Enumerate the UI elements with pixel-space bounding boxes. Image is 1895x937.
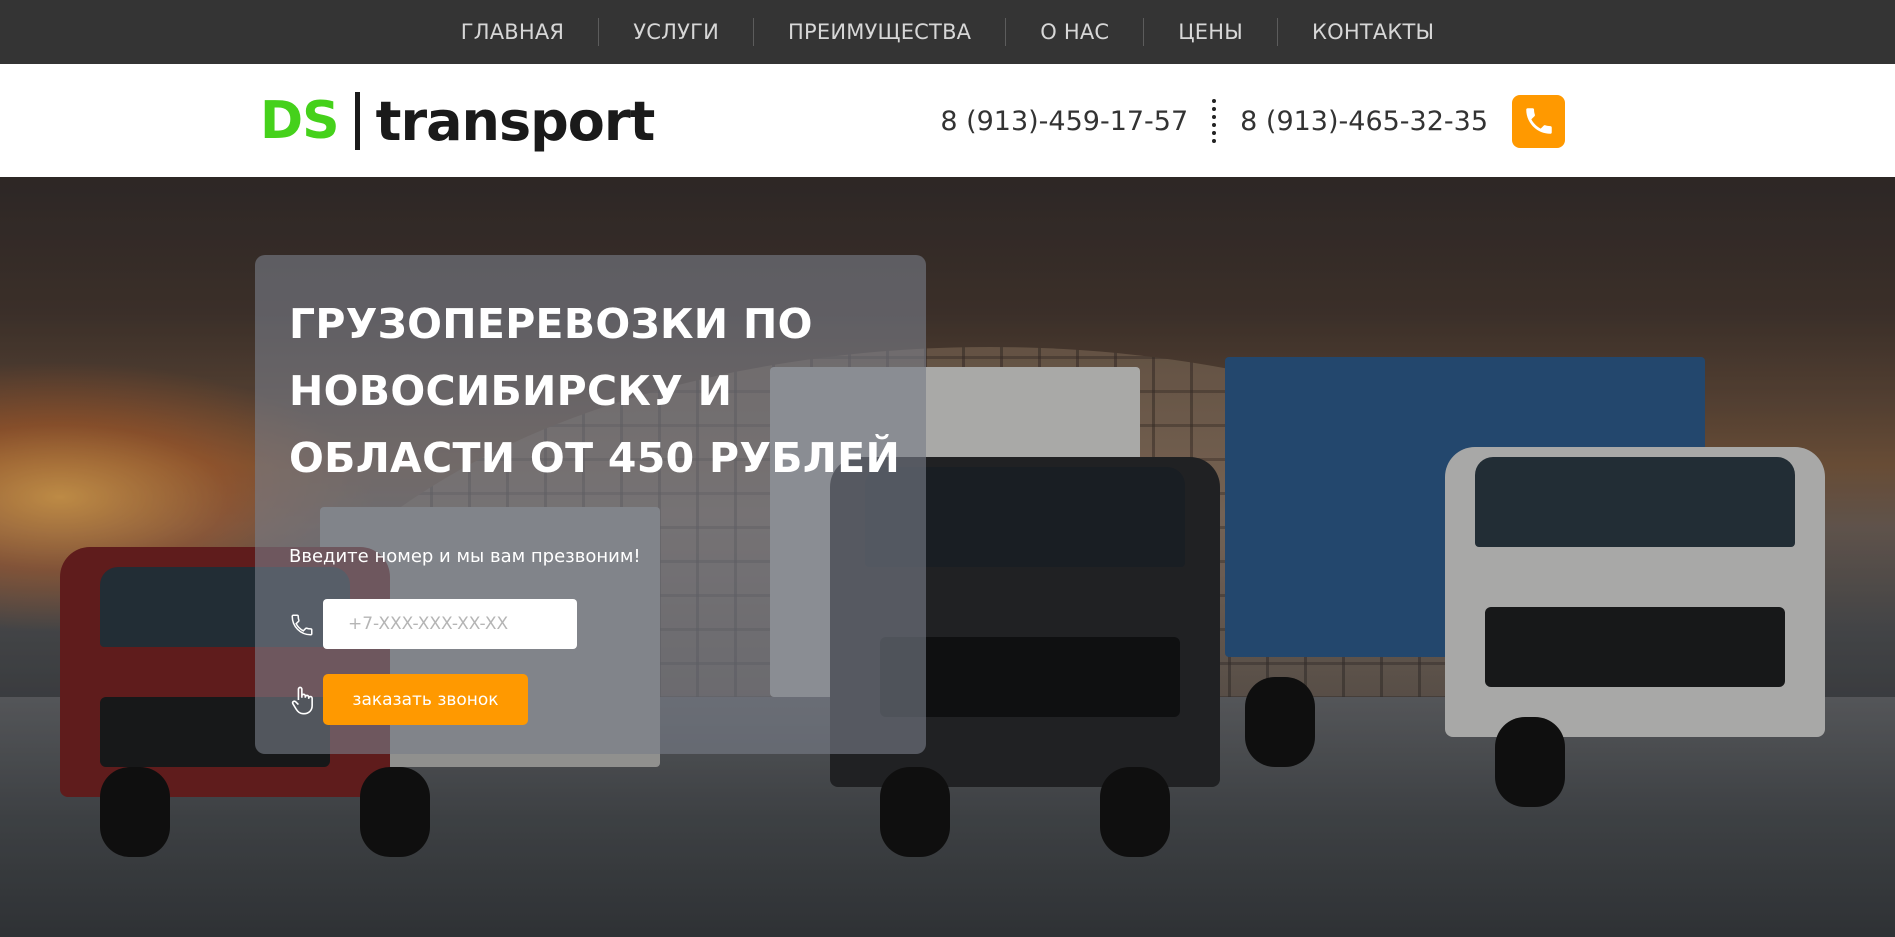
site-header: DS transport 8 (913)-459-17-57 8 (913)-4…	[0, 64, 1895, 177]
nav-item-about[interactable]: О НАС	[1006, 18, 1143, 46]
nav-item-services[interactable]: УСЛУГИ	[599, 18, 753, 46]
hand-pointer-icon	[289, 684, 317, 720]
logo-ds: DS	[260, 91, 340, 151]
nav-item-contacts[interactable]: КОНТАКТЫ	[1278, 18, 1468, 46]
hero-title: ГРУЗОПЕРЕВОЗКИ ПО НОВОСИБИРСКУ И ОБЛАСТИ…	[289, 300, 901, 482]
logo[interactable]: DS transport	[260, 88, 656, 154]
logo-divider	[354, 92, 360, 150]
phone-icon[interactable]	[1512, 94, 1565, 148]
callback-subtitle: Введите номер и мы вам презвоним!	[289, 546, 641, 567]
phone-handset-icon	[289, 612, 315, 642]
phone-divider	[1212, 99, 1217, 143]
hero-section: ГРУЗОПЕРЕВОЗКИ ПО НОВОСИБИРСКУ И ОБЛАСТИ…	[0, 177, 1895, 937]
nav-item-home[interactable]: ГЛАВНАЯ	[427, 18, 599, 46]
nav-item-advantages[interactable]: ПРЕИМУЩЕСТВА	[754, 18, 1005, 46]
phone-number-2[interactable]: 8 (913)-465-32-35	[1240, 106, 1488, 137]
logo-transport: transport	[375, 89, 656, 153]
top-nav: ГЛАВНАЯ УСЛУГИ ПРЕИМУЩЕСТВА О НАС ЦЕНЫ К…	[0, 0, 1895, 64]
order-call-button[interactable]: заказать звонок	[323, 674, 528, 725]
phone-number-1[interactable]: 8 (913)-459-17-57	[940, 106, 1188, 137]
callback-card: ГРУЗОПЕРЕВОЗКИ ПО НОВОСИБИРСКУ И ОБЛАСТИ…	[255, 255, 926, 754]
nav-item-prices[interactable]: ЦЕНЫ	[1144, 18, 1277, 46]
phone-input[interactable]	[323, 599, 577, 649]
header-phones: 8 (913)-459-17-57 8 (913)-465-32-35	[940, 94, 1565, 148]
